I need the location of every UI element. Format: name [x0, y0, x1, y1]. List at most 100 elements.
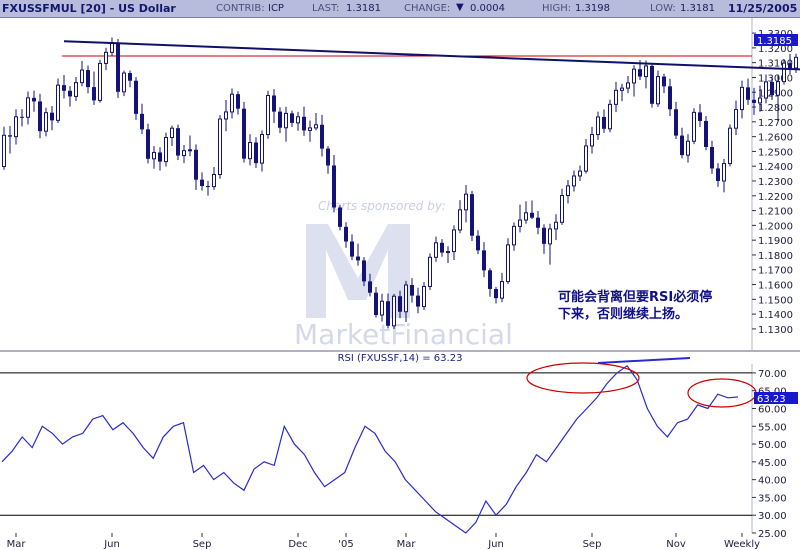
candlestick [452, 225, 456, 260]
candlestick [392, 293, 396, 329]
candlestick [14, 109, 18, 145]
time-tick-label: Jun [103, 539, 120, 550]
candle-body-up [608, 103, 612, 130]
candle-body-up [26, 97, 30, 118]
time-tick-label: Mar [7, 539, 27, 550]
candle-body-down [356, 256, 360, 261]
time-tick-label: Sep [193, 539, 212, 550]
candle-body-down [710, 146, 714, 169]
candle-body-down [488, 270, 492, 289]
candle-body-up [614, 89, 618, 105]
candlestick [212, 166, 216, 190]
candlestick [32, 90, 36, 112]
candle-body-up [626, 82, 630, 89]
candlestick [344, 222, 348, 248]
candlestick [560, 188, 564, 225]
candle-body-up [314, 124, 318, 129]
candle-body-down [602, 116, 606, 129]
candlestick [170, 125, 174, 146]
candlestick [296, 111, 300, 131]
candlestick [182, 145, 186, 164]
candlestick [458, 200, 462, 234]
candle-body-up [104, 51, 108, 64]
candle-body-up [764, 81, 768, 99]
annotation-line-1: 可能会背离但要RSI必须停 [558, 289, 712, 305]
candlestick [44, 107, 48, 137]
candlestick [680, 127, 684, 159]
watermark-brand-text: MarketFinancial [294, 318, 513, 351]
candle-body-up [44, 112, 48, 132]
candlestick [188, 135, 192, 157]
candle-body-down [158, 152, 162, 162]
candlestick [566, 179, 570, 204]
candle-body-down [116, 42, 120, 92]
candle-body-down [68, 90, 72, 97]
candlestick [254, 137, 258, 168]
candle-body-down [662, 76, 666, 87]
candlestick [236, 91, 240, 115]
candle-body-down [242, 108, 246, 159]
candlestick [548, 223, 552, 265]
candle-body-up [518, 219, 522, 227]
candlestick [308, 120, 312, 142]
candlestick [482, 242, 486, 278]
candlestick [734, 100, 738, 136]
candlestick [554, 214, 558, 241]
candlestick [518, 204, 522, 233]
candlestick [782, 59, 786, 85]
candle-body-down [368, 281, 372, 293]
candle-body-down [200, 179, 204, 187]
candlestick [620, 83, 624, 102]
price-axis-ticks: 1.33001.32001.31001.30001.29001.28001.27… [752, 29, 793, 336]
price-tick-label: 1.2400 [758, 162, 793, 173]
candlestick [608, 99, 612, 133]
candle-body-down [236, 94, 240, 109]
candlestick [602, 109, 606, 133]
candlestick [332, 154, 336, 213]
candle-body-down [470, 194, 474, 236]
candlestick [728, 124, 732, 167]
candlestick [614, 81, 618, 113]
candlestick [506, 238, 510, 285]
candlestick [20, 109, 24, 127]
candle-body-up [446, 251, 450, 254]
candlestick [194, 144, 198, 191]
rsi-series-line [1, 364, 739, 534]
candle-body-down [62, 85, 66, 91]
candle-body-up [686, 140, 690, 156]
candle-body-down [752, 99, 756, 103]
candlestick [626, 75, 630, 94]
rsi-tick-label: 30.00 [758, 511, 787, 522]
watermark: Charts sponsored by: MarketFinancial [294, 199, 513, 351]
candlestick [494, 286, 498, 304]
price-tick-label: 1.1900 [758, 236, 793, 247]
candle-body-down [482, 250, 486, 271]
candlestick [440, 239, 444, 257]
candlestick [740, 80, 744, 119]
candle-body-up [188, 149, 192, 152]
candlestick [596, 111, 600, 140]
candle-body-down [476, 235, 480, 251]
candle-body-down [344, 226, 348, 242]
candle-body-down [8, 135, 12, 137]
candlestick [2, 126, 6, 170]
candle-body-down [176, 128, 180, 156]
candle-body-up [632, 68, 636, 84]
candlestick [38, 93, 42, 139]
candle-body-up [248, 142, 252, 160]
price-tick-label: 1.1700 [758, 266, 793, 277]
candlestick [206, 180, 210, 196]
candlestick [200, 172, 204, 191]
rsi-tick-label: 40.00 [758, 476, 787, 487]
candlestick [68, 86, 72, 107]
candlestick [644, 60, 648, 89]
candle-body-up [500, 281, 504, 299]
candlestick [98, 59, 102, 103]
candle-body-up [458, 209, 462, 231]
candle-body-up [422, 285, 426, 308]
candle-body-down [194, 149, 198, 180]
candle-body-up [656, 76, 660, 105]
candle-body-up [98, 62, 102, 101]
candle-body-up [230, 93, 234, 113]
candlestick [260, 130, 264, 172]
